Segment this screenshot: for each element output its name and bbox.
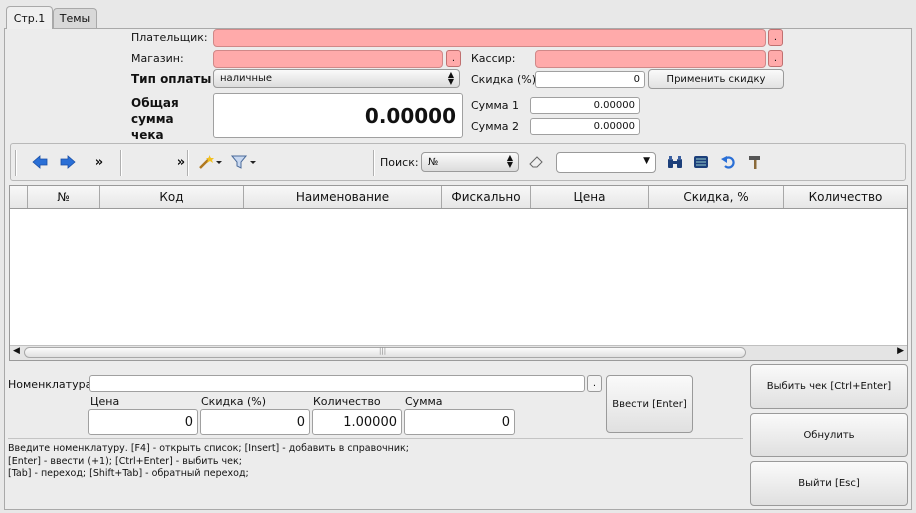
horizontal-scrollbar[interactable]: ◀ ||| ▶ [10,345,907,360]
updown-arrows-icon: ▲ ▼ [447,70,454,86]
chevron-down-icon: ▼ [643,156,650,166]
payer-label: Плательщик: [131,31,208,44]
table-header: № Код Наименование Фискально Цена Скидка… [10,186,907,209]
enter-button[interactable]: Ввести [Enter] [606,375,693,433]
reset-button[interactable]: Обнулить [750,413,908,457]
toolbar: » » Поиск: № ▲ ▼ ▼ [10,143,906,181]
sum1-input[interactable]: 0.00000 [530,97,640,114]
hint-line-3: [Tab] - переход; [Shift+Tab] - обратный … [8,468,249,479]
print-check-button[interactable]: Выбить чек [Ctrl+Enter] [750,364,908,409]
total-label: Общая сумма чека [131,96,179,142]
sum-input[interactable]: 0 [404,409,515,435]
payment-type-select[interactable]: наличные ▲ ▼ [213,69,460,88]
hammer-icon[interactable] [745,153,765,171]
undo-icon[interactable] [719,153,739,171]
items-table[interactable]: № Код Наименование Фискально Цена Скидка… [9,185,908,361]
nomenclature-label: Номенклатура [8,378,93,391]
sum2-label: Сумма 2 [471,120,520,133]
price-label: Цена [90,395,120,408]
tab-topics[interactable]: Темы [53,8,97,28]
more-actions-icon[interactable]: » [89,153,109,171]
arrow-left-icon[interactable] [30,153,50,171]
entry-discount-label: Скидка (%) [201,395,266,408]
nomenclature-input[interactable] [89,375,585,392]
column-header-fiscal[interactable]: Фискально [442,186,531,208]
payment-type-value: наличные [220,73,273,84]
table-header-corner [10,186,28,208]
store-field[interactable] [213,50,443,68]
total-display: 0.00000 [213,93,463,138]
exit-button[interactable]: Выйти [Esc] [750,461,908,506]
quantity-input[interactable]: 1.00000 [312,409,402,435]
scroll-right-icon[interactable]: ▶ [897,346,904,356]
search-text-combo[interactable]: ▼ [556,152,656,173]
toolbar-separator [120,150,122,176]
search-field-value: № [428,156,439,168]
price-input[interactable]: 0 [88,409,198,435]
sum-label: Сумма [405,395,443,408]
toolbar-separator [187,150,189,176]
binoculars-icon[interactable] [665,153,685,171]
cashier-label: Кассир: [471,52,516,65]
column-header-quantity[interactable]: Количество [784,186,907,208]
eraser-icon[interactable] [527,153,547,171]
payment-type-label: Тип оплаты [131,72,212,86]
cashier-select-button[interactable]: . [768,50,783,67]
cashier-field[interactable] [535,50,766,68]
column-header-price[interactable]: Цена [531,186,649,208]
apply-discount-button[interactable]: Применить скидку [648,69,784,89]
arrow-right-icon[interactable] [58,153,78,171]
scroll-left-icon[interactable]: ◀ [13,346,20,356]
toolbar-separator [373,150,375,176]
scroll-grip: ||| [379,347,387,355]
divider [8,438,743,439]
quantity-label: Количество [313,395,381,408]
toolbar-grip [15,150,17,176]
payer-select-button[interactable]: . [768,29,783,46]
search-field-select[interactable]: № ▲ ▼ [421,152,519,172]
column-header-code[interactable]: Код [100,186,244,208]
column-header-number[interactable]: № [28,186,100,208]
store-label: Магазин: [131,52,184,65]
discount-label: Скидка (%) [471,73,536,86]
list-icon[interactable] [691,153,711,171]
updown-arrows-icon: ▲ ▼ [506,153,513,169]
column-header-name[interactable]: Наименование [244,186,442,208]
filter-icon[interactable] [229,153,259,171]
entry-discount-input[interactable]: 0 [200,409,310,435]
hint-line-2: [Enter] - ввести (+1); [Ctrl+Enter] - вы… [8,456,242,467]
discount-input[interactable]: 0 [535,71,645,88]
payer-field[interactable] [213,29,766,47]
hint-line-1: Введите номенклатуру. [F4] - открыть спи… [8,443,409,454]
sum2-input[interactable]: 0.00000 [530,118,640,135]
store-select-button[interactable]: . [446,50,461,67]
column-header-discount[interactable]: Скидка, % [649,186,784,208]
nomenclature-select-button[interactable]: . [587,375,602,392]
scrollbar-thumb[interactable]: ||| [24,347,746,358]
tab-page1[interactable]: Стр.1 [6,6,53,29]
sum1-label: Сумма 1 [471,99,520,112]
magic-wand-icon[interactable] [197,153,225,171]
search-label: Поиск: [380,156,419,169]
